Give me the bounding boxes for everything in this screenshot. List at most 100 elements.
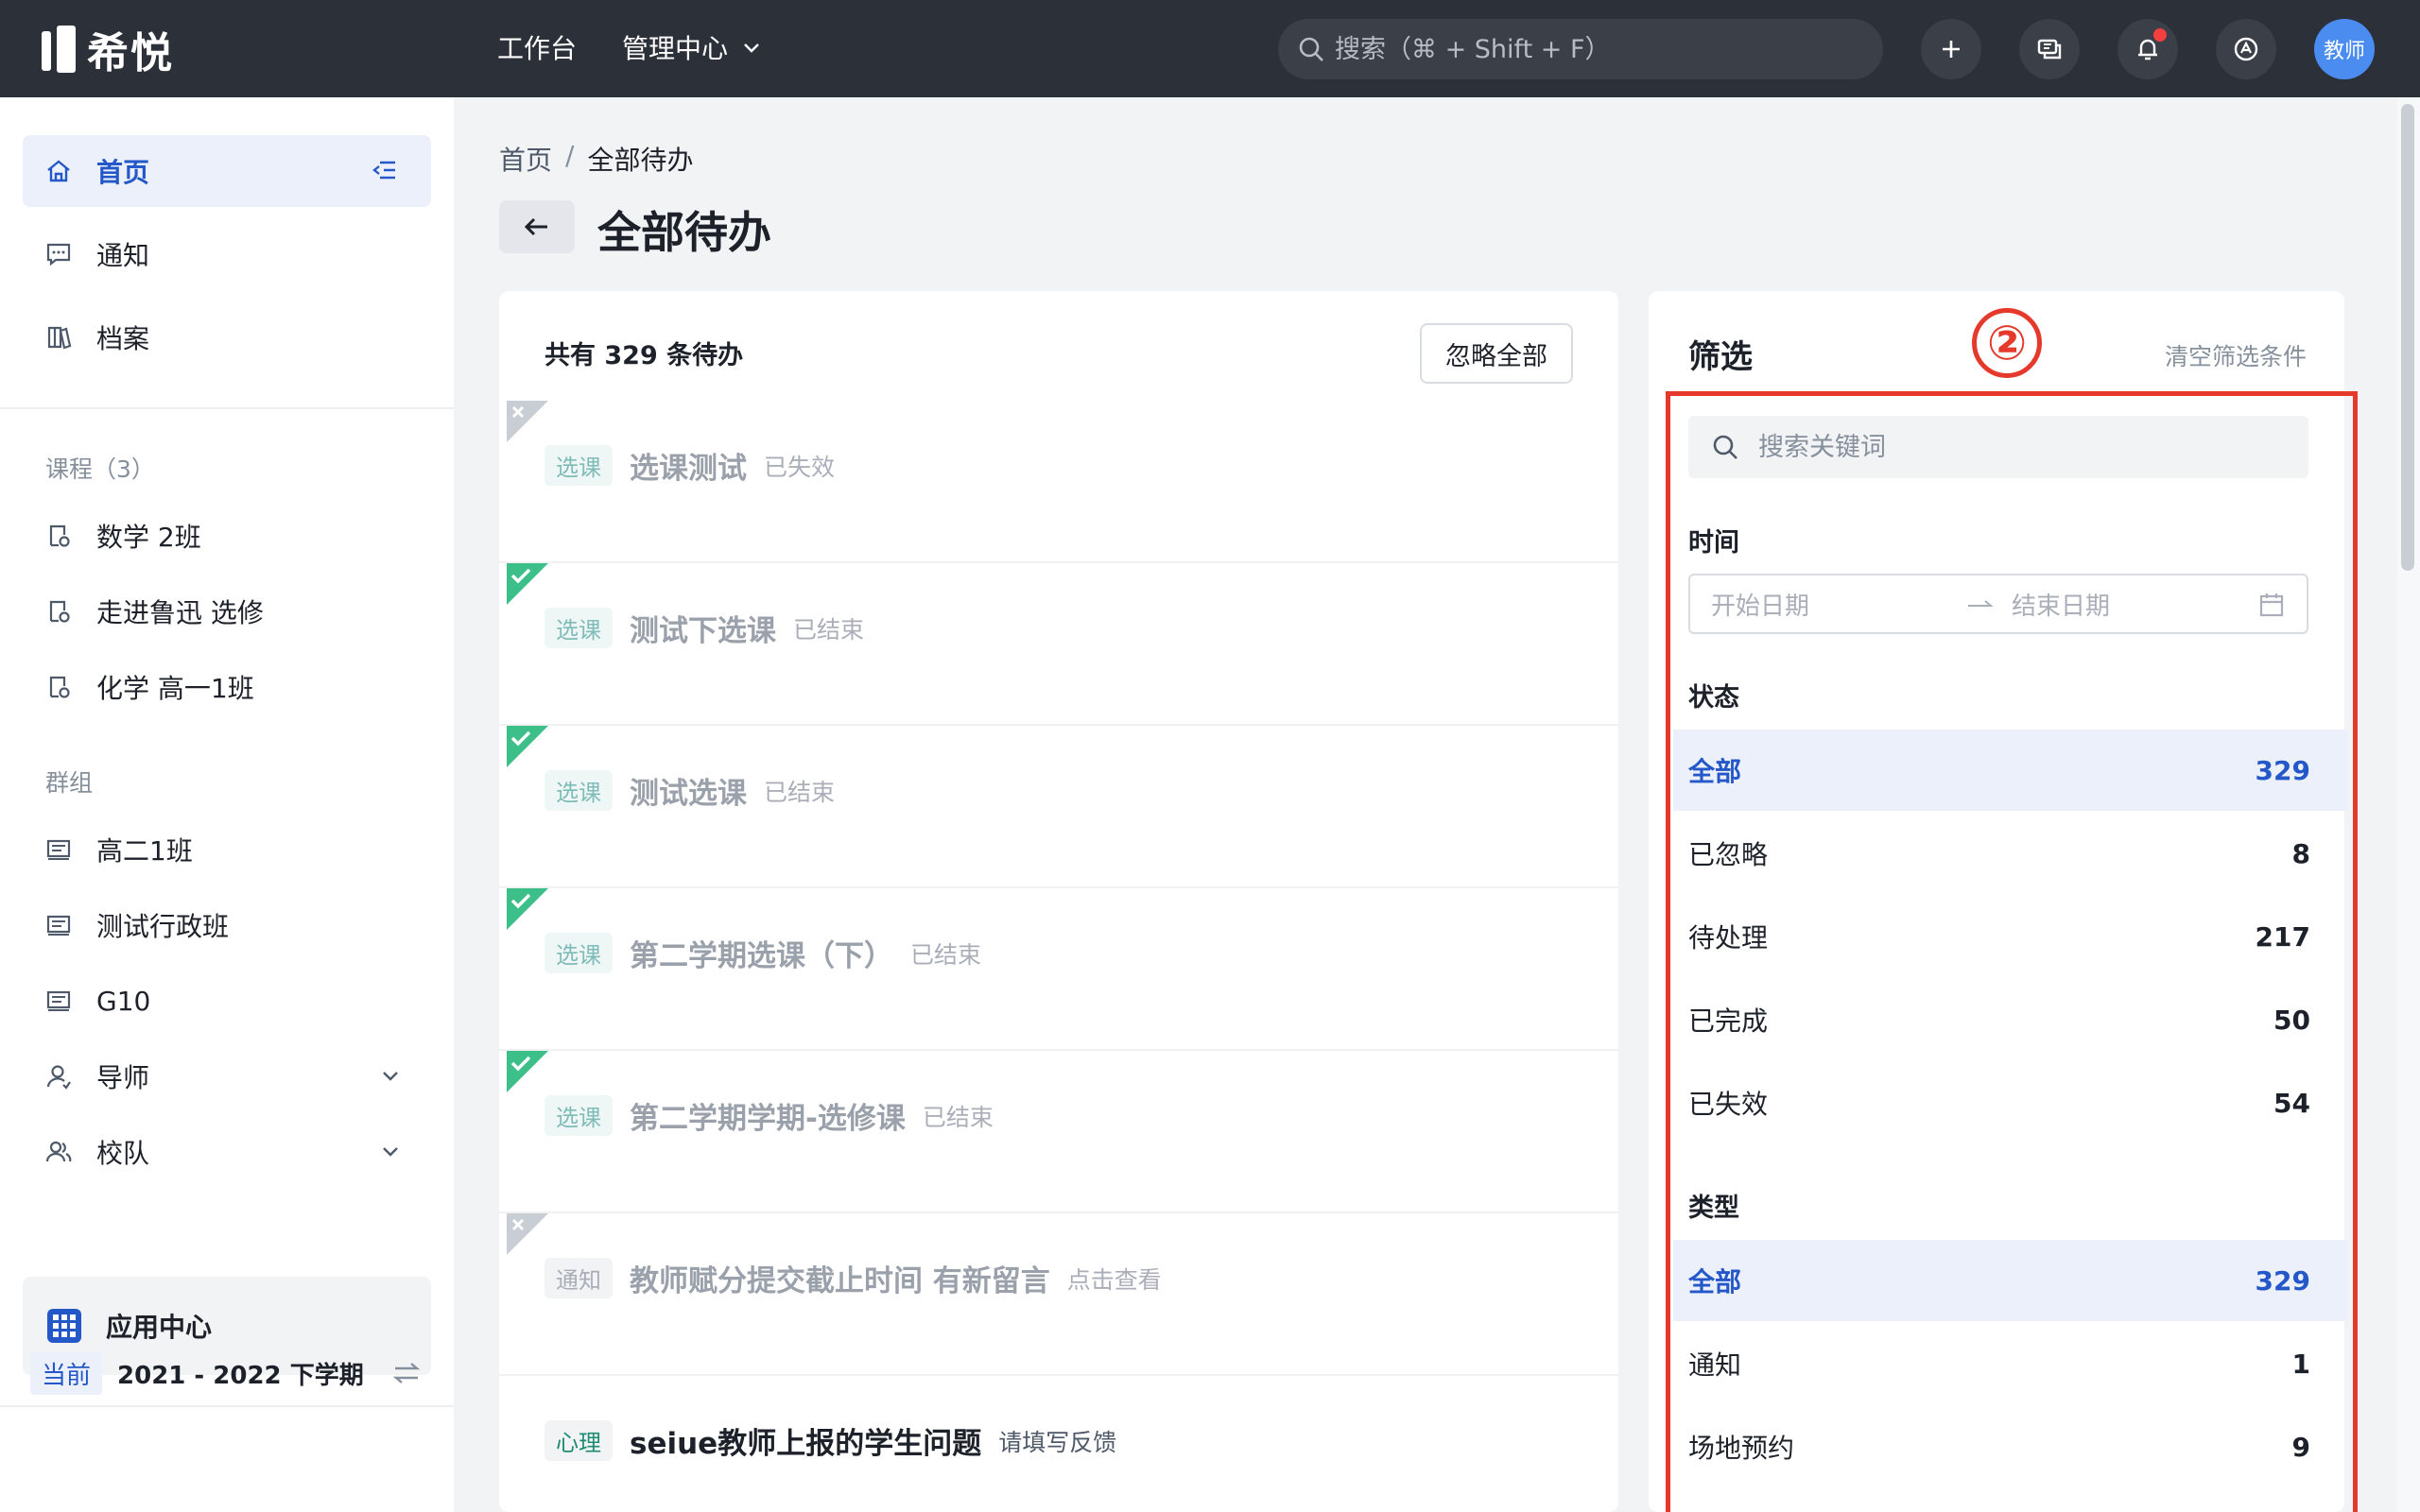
sidebar-item-course-2[interactable]: 走进鲁迅 选修 [23,576,431,647]
todo-tag: 选课 [544,445,613,486]
done-corner-icon [507,1051,548,1092]
todo-title: seiue教师上报的学生问题 [630,1427,982,1461]
term-current-badge: 当前 [30,1351,103,1395]
clear-filters-link[interactable]: 清空筛选条件 [2165,338,2307,372]
sidebar-item-label: 化学 高一1班 [96,673,254,704]
swap-icon[interactable] [391,1358,422,1388]
sidebar-item-home[interactable]: 首页 [23,135,431,207]
nav-management-center[interactable]: 管理中心 [622,28,762,66]
group-icon [43,834,74,865]
sidebar-item-mentor[interactable]: 导师 [23,1040,431,1112]
mentor-icon [43,1061,74,1091]
todo-tag: 心理 [544,1420,613,1461]
todo-tag: 选课 [544,608,613,648]
expired-corner-icon [507,401,548,442]
todo-status: 点击查看 [1066,1265,1162,1294]
term-label: 2021 - 2022 下学期 [117,1361,364,1390]
sidebar-item-label: 通知 [96,240,150,271]
compass-icon [2234,37,2258,61]
sidebar: 首页 通知 档案 课程（3） 数学 2班 走进鲁迅 选修 化学 高一1班 群组 … [0,97,454,1512]
todo-status: 已结束 [764,778,836,806]
nav-workbench[interactable]: 工作台 [497,28,577,66]
collapse-sidebar-icon[interactable] [371,156,399,191]
sidebar-item-group-3[interactable]: G10 [23,965,431,1037]
app-center-label: 应用中心 [106,1312,213,1343]
sidebar-item-course-1[interactable]: 数学 2班 [23,500,431,572]
sidebar-item-archive[interactable]: 档案 [23,301,431,373]
sidebar-item-group-2[interactable]: 测试行政班 [23,889,431,961]
search-icon [1299,37,1323,61]
todo-row[interactable]: 选课 测试选课 已结束 [499,726,1618,888]
logo[interactable]: 希悦 [42,25,174,77]
filter-title: 筛选 [1688,338,1753,376]
top-bar: 希悦 工作台 管理中心 教师 [0,0,2420,97]
sidebar-item-label: 测试行政班 [96,911,230,942]
todo-status: 请填写反馈 [998,1428,1117,1456]
unread-dot [2153,28,2167,42]
groups-section-header: 群组 [45,769,94,797]
todo-title: 第二学期选课（下） [630,939,893,973]
archive-icon [43,322,74,352]
todo-status: 已结束 [910,940,982,969]
team-icon [43,1137,74,1167]
todo-row[interactable]: 心理 seiue教师上报的学生问题 请填写反馈 [499,1376,1618,1512]
add-button[interactable] [1921,19,1981,79]
avatar[interactable]: 教师 [2314,19,2375,79]
back-button[interactable] [499,200,575,253]
home-icon [43,156,74,186]
sidebar-divider [0,1405,454,1407]
sidebar-item-group-1[interactable]: 高二1班 [23,814,431,885]
todo-row[interactable]: 选课 测试下选课 已结束 [499,563,1618,726]
scrollbar-thumb[interactable] [2401,104,2414,571]
ignore-all-button[interactable]: 忽略全部 [1420,323,1573,384]
logo-text: 希悦 [87,29,174,77]
grid-icon [47,1309,81,1343]
arrow-left-icon [524,217,547,236]
course-icon [43,672,74,702]
page-title: 全部待办 [597,207,771,258]
nav-management-label: 管理中心 [622,33,729,64]
sidebar-item-label: 走进鲁迅 选修 [96,597,264,628]
sidebar-item-course-3[interactable]: 化学 高一1班 [23,651,431,723]
annotation-number-text: ② [1986,316,2028,370]
plus-icon [1943,41,1960,58]
sidebar-item-label: 校队 [96,1138,150,1169]
chevron-down-icon [744,43,759,53]
group-icon [43,910,74,940]
messages-button[interactable] [2019,19,2080,79]
sidebar-item-label: 高二1班 [96,835,193,867]
global-search[interactable] [1278,19,1883,79]
breadcrumb-current: 全部待办 [587,145,694,176]
todo-count: 共有 329 条待办 [544,341,744,370]
todo-row[interactable]: 选课 选课测试 已失效 [499,401,1618,563]
global-search-input[interactable] [1335,34,1864,64]
group-icon [43,986,74,1016]
notifications-button[interactable] [2118,19,2178,79]
app-switch-button[interactable] [2216,19,2276,79]
sidebar-item-label: 数学 2班 [96,522,201,553]
todo-row[interactable]: 选课 第二学期选课（下） 已结束 [499,888,1618,1051]
done-corner-icon [507,563,548,605]
todo-title: 测试下选课 [630,614,776,648]
done-corner-icon [507,726,548,767]
sidebar-item-team[interactable]: 校队 [23,1116,431,1188]
sidebar-item-notice[interactable]: 通知 [23,218,431,290]
todo-row[interactable]: 通知 教师赋分提交截止时间 有新留言 点击查看 [499,1213,1618,1376]
todo-tag: 选课 [544,770,613,811]
todo-status: 已结束 [793,615,865,644]
chevron-down-icon [378,1139,403,1170]
sidebar-item-label: 档案 [96,323,150,354]
message-icon [43,239,74,269]
todo-title: 选课测试 [630,452,747,486]
logo-mark-icon [42,26,76,73]
todo-row[interactable]: 选课 第二学期学期-选修课 已结束 [499,1051,1618,1213]
todo-title: 教师赋分提交截止时间 有新留言 [630,1264,1050,1298]
todo-tag: 通知 [544,1258,613,1298]
course-icon [43,521,74,551]
sidebar-divider [0,407,454,409]
breadcrumb-separator: / [565,140,575,171]
breadcrumb-home[interactable]: 首页 [499,140,552,178]
todo-title: 第二学期学期-选修课 [630,1102,906,1136]
done-corner-icon [507,888,548,930]
term-switcher[interactable]: 当前 2021 - 2022 下学期 [30,1345,427,1401]
